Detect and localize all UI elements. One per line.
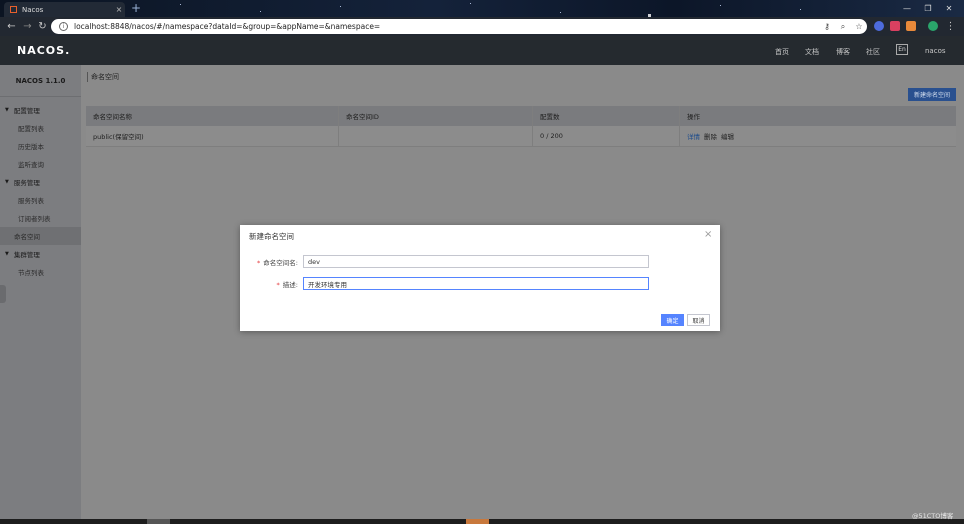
sidebar-item-history[interactable]: 历史版本	[0, 137, 81, 155]
address-bar[interactable]: i localhost:8848/nacos/#/namespace?dataI…	[51, 19, 867, 34]
sidebar-item-namespace[interactable]: 命名空间	[0, 227, 81, 245]
edit-link[interactable]: 编辑	[721, 131, 734, 141]
arrow-left-icon: ←	[7, 21, 16, 32]
extension-icon[interactable]	[874, 21, 884, 31]
sidebar-group-config[interactable]: ▼ 配置管理	[0, 101, 81, 119]
background-star	[180, 4, 181, 5]
caret-down-icon: ▼	[5, 251, 9, 257]
profile-avatar[interactable]	[928, 21, 938, 31]
taskbar-item[interactable]	[466, 519, 489, 524]
reload-button[interactable]: ↻	[35, 19, 50, 34]
background-star	[720, 5, 721, 6]
required-mark: *	[257, 259, 261, 267]
sidebar-group-service[interactable]: ▼ 服务管理	[0, 173, 81, 191]
background-star	[470, 3, 471, 4]
sidebar-group-label: 配置管理	[13, 107, 40, 115]
create-namespace-button[interactable]: 新建命名空间	[908, 88, 956, 101]
column-header: 命名空间ID	[339, 106, 533, 126]
forward-button[interactable]: →	[20, 19, 35, 34]
cancel-button[interactable]: 取消	[687, 314, 710, 326]
sidebar-group-label: 服务管理	[13, 179, 40, 187]
namespace-name-input[interactable]: dev	[303, 255, 649, 268]
sidebar-item-subscriber-list[interactable]: 订阅者列表	[0, 209, 81, 227]
browser-tabbar: Nacos × + — ❐ ✕	[0, 0, 964, 17]
sidebar-item-listener-query[interactable]: 监听查询	[0, 155, 81, 173]
field-label-text: 描述:	[282, 281, 298, 289]
details-link[interactable]: 详情	[687, 131, 700, 141]
info-icon[interactable]: i	[59, 22, 68, 31]
language-switch-button[interactable]: En	[896, 44, 908, 55]
caret-down-icon: ▼	[5, 179, 9, 185]
tab-close-icon[interactable]: ×	[113, 5, 125, 14]
sidebar-group-cluster[interactable]: ▼ 集群管理	[0, 245, 81, 263]
browser-menu-button[interactable]: ⋮	[943, 19, 958, 34]
column-header: 操作	[687, 113, 700, 121]
arrow-right-icon: →	[23, 21, 32, 32]
version-title: NACOS 1.1.0	[0, 65, 81, 97]
sidebar: NACOS 1.1.0 ▼ 配置管理 配置列表 历史版本 监听查询 ▼ 服务管理…	[0, 65, 81, 524]
sidebar-collapse-handle[interactable]	[0, 285, 6, 303]
sidebar-group-label: 集群管理	[13, 251, 40, 259]
namespace-id-cell	[339, 126, 533, 146]
background-star	[340, 6, 341, 7]
background-star	[560, 12, 561, 13]
reload-icon: ↻	[38, 21, 47, 32]
extension-icon[interactable]	[906, 21, 916, 31]
key-icon[interactable]: ⚷	[819, 22, 835, 31]
nav-home[interactable]: 首页	[775, 47, 789, 57]
tab-title: Nacos	[22, 5, 44, 14]
namespace-name-cell: public(保留空间)	[86, 126, 339, 146]
minimize-button[interactable]: —	[896, 0, 918, 17]
namespace-name-row: * 命名空间名: dev	[240, 255, 720, 268]
confirm-button[interactable]: 确定	[661, 314, 684, 326]
background-star	[800, 9, 801, 10]
url-text[interactable]: localhost:8848/nacos/#/namespace?dataId=…	[74, 22, 819, 31]
nacos-logo: NACOS.	[17, 44, 71, 57]
close-icon[interactable]: ×	[704, 229, 712, 240]
zoom-icon[interactable]: ⌕	[835, 22, 851, 32]
description-input[interactable]: 开发环境专用	[303, 277, 649, 290]
caret-down-icon: ▼	[5, 107, 9, 113]
config-count-cell: 0 / 200	[533, 126, 680, 146]
extension-icon[interactable]	[890, 21, 900, 31]
field-label-text: 命名空间名:	[263, 259, 298, 267]
browser-toolbar: ← → ↻ i localhost:8848/nacos/#/namespace…	[0, 17, 964, 36]
maximize-button[interactable]: ❐	[917, 0, 939, 17]
more-vertical-icon: ⋮	[945, 21, 956, 32]
user-name[interactable]: nacos	[925, 47, 946, 55]
close-window-button[interactable]: ✕	[938, 0, 960, 17]
new-tab-button[interactable]: +	[131, 1, 141, 15]
browser-tab[interactable]: Nacos ×	[4, 2, 125, 17]
app-header: NACOS. 首页 文档 博客 社区 En nacos	[0, 36, 964, 65]
namespace-name-label: * 命名空间名:	[257, 257, 298, 267]
nacos-favicon-icon	[10, 6, 17, 13]
required-mark: *	[276, 281, 280, 289]
table-header: 命名空间名称 命名空间ID 配置数 操作	[86, 106, 956, 126]
page-title: 命名空间	[87, 72, 119, 82]
bookmark-star-icon[interactable]: ☆	[851, 22, 867, 31]
watermark-text: @51CTO博客	[912, 512, 954, 520]
background-star	[260, 11, 261, 12]
delete-link[interactable]: 删除	[704, 131, 717, 141]
nav-blog[interactable]: 博客	[836, 47, 850, 57]
sidebar-item-service-list[interactable]: 服务列表	[0, 191, 81, 209]
operations-cell: 详情 删除 编辑	[680, 126, 956, 146]
taskbar-item[interactable]	[147, 519, 170, 524]
dialog-title: 新建命名空间	[249, 232, 294, 241]
description-row: * 描述: 开发环境专用	[240, 277, 720, 290]
nav-community[interactable]: 社区	[866, 47, 880, 57]
description-label: * 描述:	[277, 279, 298, 289]
column-header: 命名空间名称	[86, 106, 339, 126]
nav-docs[interactable]: 文档	[805, 47, 819, 57]
back-button[interactable]: ←	[4, 19, 19, 34]
sidebar-item-config-list[interactable]: 配置列表	[0, 119, 81, 137]
sidebar-item-node-list[interactable]: 节点列表	[0, 263, 81, 281]
taskbar	[0, 519, 964, 524]
namespace-table: 命名空间名称 命名空间ID 配置数 操作 public(保留空间) 0 / 20…	[86, 106, 956, 147]
table-row: public(保留空间) 0 / 200 详情 删除 编辑	[86, 126, 956, 147]
column-header: 配置数	[533, 106, 680, 126]
create-namespace-dialog: 新建命名空间 × * 命名空间名: dev * 描述: 开发环境专用 确定 取消	[240, 225, 720, 331]
